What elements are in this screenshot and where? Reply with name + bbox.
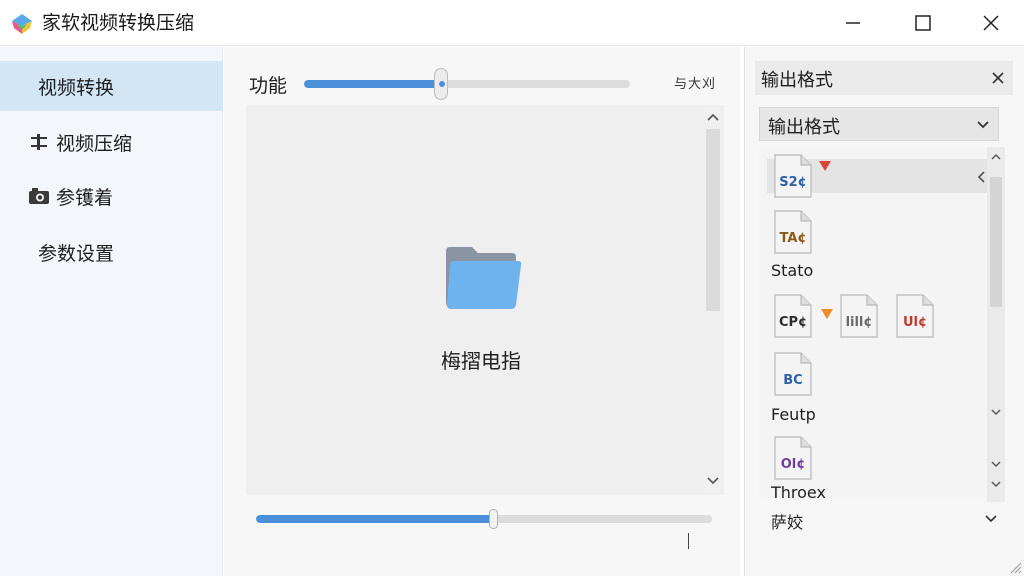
scrollbar-thumb[interactable] [706, 129, 720, 311]
sliders-icon [31, 134, 47, 150]
maximize-button[interactable] [888, 0, 958, 46]
format-category-label: 萨姣 [771, 513, 804, 532]
file-format-icon-text: Ul¢ [903, 315, 927, 330]
function-slider-thumb[interactable] [433, 68, 448, 100]
output-format-select[interactable]: 输出格式 [759, 107, 999, 141]
sidebar-item-camera[interactable]: 参镬着 [0, 171, 223, 221]
sidebar-item-video-compress[interactable]: 视频压缩 [0, 117, 223, 167]
file-format-icon: lill¢ [840, 294, 878, 338]
minimize-icon [846, 22, 860, 24]
select-label: 输出格式 [768, 117, 840, 138]
camera-icon [29, 188, 49, 204]
close-button[interactable] [956, 0, 1024, 46]
app-logo-icon [12, 14, 32, 34]
close-icon [992, 72, 1004, 84]
sidebar: 视频转换 视频压缩 参镬着 参数设置 [0, 47, 223, 576]
triangle-down-icon [821, 309, 833, 319]
text-caret [688, 533, 689, 549]
sidebar-item-label: 视频压缩 [56, 132, 133, 155]
chevron-left-icon [977, 171, 985, 183]
format-list: S2¢ TA¢ Stato CP¢ lill¢ Ul¢ BC Feutp Ol¢ Throex [759, 147, 1005, 502]
file-format-icon: CP¢ [774, 294, 812, 338]
file-format-icon-text: TA¢ [780, 231, 807, 246]
bottom-slider-thumb[interactable] [489, 509, 499, 529]
file-format-icon-text: CP¢ [779, 315, 807, 330]
resize-grip-icon[interactable] [1008, 560, 1022, 574]
chevron-down-icon [991, 409, 1001, 415]
panel-title: 输出格式 [761, 70, 833, 91]
chevron-down-icon [707, 477, 719, 485]
sidebar-item-label: 参镬着 [56, 186, 114, 209]
top-right-label: 与大刈 [674, 77, 717, 92]
panel-header: 输出格式 [755, 61, 1013, 95]
chevron-up-icon [707, 113, 719, 121]
sidebar-item-settings[interactable]: 参数设置 [0, 227, 223, 277]
chevron-down-icon [977, 121, 989, 129]
sidebar-item-label: 参数设置 [38, 242, 115, 265]
chevron-up-icon [991, 154, 1001, 160]
function-slider-fill [304, 80, 441, 88]
file-format-icon-text: Ol¢ [781, 457, 806, 472]
file-format-icon-text: BC [783, 373, 802, 388]
output-format-panel: 输出格式 输出格式 S2¢ TA¢ Stato CP¢ lill¢ Ul¢ BC Feutp O… [744, 47, 1024, 576]
maximize-icon [915, 15, 931, 31]
file-format-icon: BC [774, 352, 812, 396]
drop-zone-text: 梅摺电指 [441, 349, 521, 373]
chevron-down-icon [991, 481, 1001, 487]
format-category-dropdown[interactable]: 萨姣 [759, 497, 999, 537]
sidebar-item-label: 视频转换 [38, 76, 115, 99]
scroll-up-button[interactable] [702, 107, 724, 127]
format-name: Stato [771, 261, 814, 280]
drop-zone-scrollbar[interactable] [702, 105, 724, 495]
scroll-down-button[interactable] [702, 471, 724, 491]
scrollbar-thumb[interactable] [990, 177, 1002, 307]
file-format-icon: TA¢ [774, 210, 812, 254]
triangle-down-icon [819, 161, 831, 171]
format-list-scrollbar[interactable] [987, 147, 1005, 502]
file-format-icon-text: S2¢ [779, 175, 806, 190]
main-area: 功能 与大刈 梅摺电指 [224, 47, 740, 576]
format-name: Feutp [771, 405, 816, 424]
sidebar-item-video-convert[interactable]: 视频转换 [0, 61, 223, 111]
function-label: 功能 [249, 75, 288, 97]
minimize-button[interactable] [818, 0, 888, 46]
close-icon [983, 15, 999, 31]
chevron-down-icon [991, 461, 1001, 467]
bottom-slider[interactable] [256, 515, 712, 523]
panel-close-button[interactable] [987, 67, 1009, 89]
title-bar: 家软视频转换压缩 [0, 0, 1024, 46]
chevron-down-icon [985, 515, 997, 523]
window-title: 家软视频转换压缩 [42, 12, 195, 34]
bottom-slider-fill [256, 515, 494, 523]
file-format-icon-text: lill¢ [846, 315, 873, 330]
folder-icon [446, 247, 522, 309]
function-slider[interactable] [304, 80, 630, 88]
file-format-icon: Ul¢ [896, 294, 934, 338]
file-format-icon: Ol¢ [774, 436, 812, 480]
drop-zone[interactable]: 梅摺电指 [246, 105, 724, 549]
file-format-icon: S2¢ [774, 154, 812, 198]
